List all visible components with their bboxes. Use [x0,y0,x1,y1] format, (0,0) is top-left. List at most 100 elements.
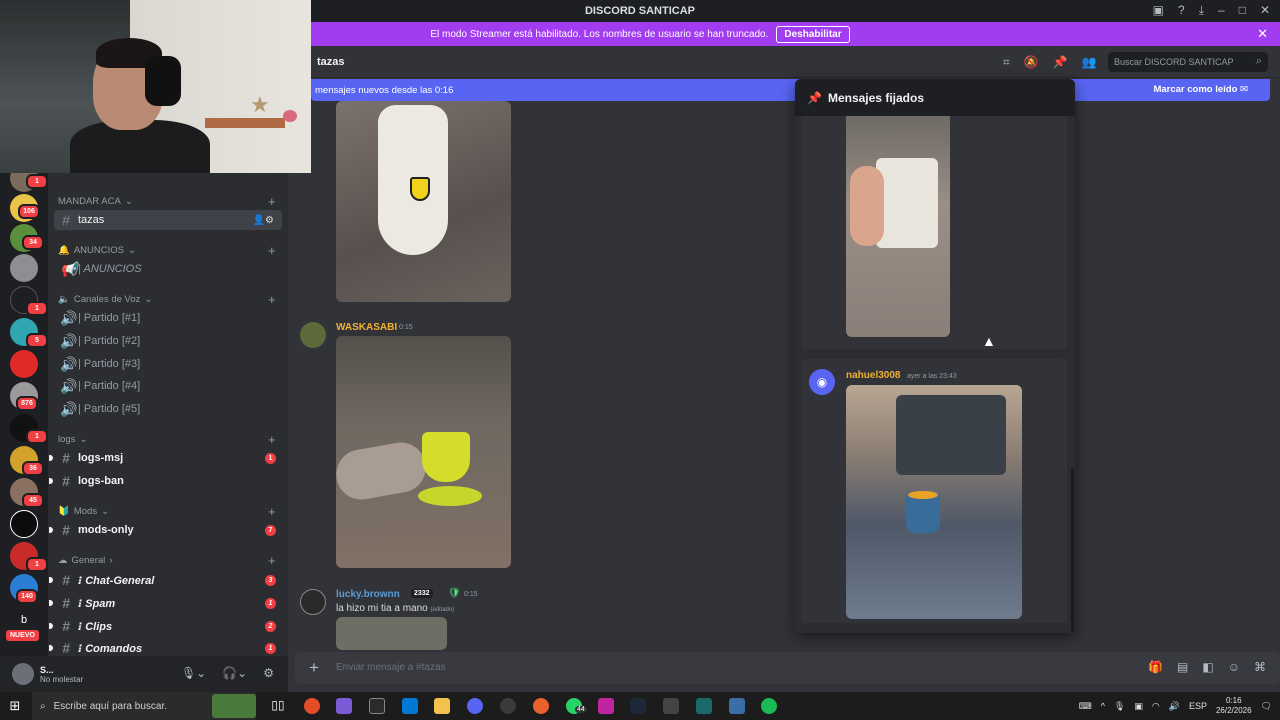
inbox-icon[interactable]: ▣ [1153,3,1164,18]
chrome-icon[interactable] [304,698,320,714]
message-author[interactable]: WASKASABI [336,322,397,333]
server-icon[interactable] [10,350,38,378]
threads-icon[interactable]: ⌗ [1003,55,1010,70]
disable-streamer-button[interactable]: Deshabilitar [776,25,850,43]
add-channel-icon[interactable]: + [268,553,276,568]
server-icon[interactable] [10,510,38,538]
headphones-icon[interactable]: 🎧⌄ [222,666,247,680]
message-image-partial[interactable] [336,617,447,650]
channel-logs-msj[interactable]: # logs-msj 1 [49,448,282,468]
pinned-author[interactable]: nahuel3008 [846,370,900,381]
clock[interactable]: 0:16 26/2/2026 [1216,696,1252,716]
windows-start-icon[interactable]: ⊞ [0,698,30,714]
category-mandar[interactable]: MANDAR ACA ⌄ + [58,194,276,209]
members-icon[interactable]: 👥 [1082,55,1097,70]
voice-channel-partido-4[interactable]: 🔊 | Partido [#4] [54,376,282,396]
avatar[interactable] [300,589,326,615]
help-icon[interactable]: ? [1178,3,1185,18]
channel-mods-only[interactable]: # mods-only 7 [49,520,282,540]
discord-icon[interactable]: ◉ [809,369,835,395]
message-author[interactable]: lucky.brownn [336,589,400,600]
maximize-button[interactable]: □ [1239,3,1246,18]
add-channel-icon[interactable]: + [268,292,276,307]
microphone-icon[interactable]: 🎙 [1114,701,1125,712]
avatar[interactable] [300,322,326,348]
copilot-icon[interactable] [336,698,352,714]
pinned-image[interactable] [846,116,950,337]
epic-games-icon[interactable] [369,698,385,714]
app-icon[interactable] [500,698,516,714]
app-icon[interactable] [729,698,745,714]
mark-as-read-button[interactable]: Marcar como leído ✉ [1153,84,1248,95]
file-explorer-icon[interactable] [434,698,450,714]
add-channel-icon[interactable]: + [268,432,276,447]
avatar[interactable] [12,663,34,685]
pinned-image[interactable] [846,385,1022,619]
category-mods[interactable]: 🔰 Mods ⌄ + [58,504,276,519]
keyboard-icon[interactable]: ⌨ [1079,701,1092,712]
mention-count: 7 [265,524,276,536]
pinned-message-card[interactable]: ◉ nahuel3008 ayer a las 23:43 [801,359,1067,623]
network-icon[interactable]: ▣ [1134,701,1143,712]
language-indicator[interactable]: ESP [1189,701,1207,711]
taskbar-search[interactable]: ⌕ Escribe aquí para buscar. [32,692,256,720]
wifi-icon[interactable]: ◠ [1152,701,1160,712]
channel-clips[interactable]: # ⁝ Clips 2 [49,616,282,636]
apps-icon[interactable]: ⌘ [1254,660,1266,674]
gear-icon[interactable]: ⚙ [263,666,274,680]
minimize-button[interactable]: – [1218,3,1225,18]
download-icon[interactable]: ⤓ [1199,3,1204,18]
server-badge: 36 [22,461,44,476]
attach-plus-icon[interactable]: + [305,659,323,677]
volume-icon[interactable]: 🔊 [1169,701,1180,712]
channel-settings-icon[interactable]: 👤⚙ [253,215,274,226]
close-button[interactable]: ✕ [1260,3,1270,18]
message-image-mug[interactable] [336,101,511,302]
channel-logs-ban[interactable]: # logs-ban [49,471,282,491]
voice-channel-partido-2[interactable]: 🔊 | Partido [#2] [54,331,282,351]
microphone-icon[interactable]: 🎙⌄ [181,666,206,680]
new-messages-bar[interactable]: mensajes nuevos desde las 0:16 Marcar co… [311,79,1270,101]
emoji-icon[interactable]: ☺ [1228,660,1240,674]
category-logs[interactable]: logs ⌄ + [58,432,276,447]
sticker-icon[interactable]: ◧ [1202,660,1213,674]
channel-comandos[interactable]: # ⁝ Comandos 1 [49,638,282,656]
app-icon[interactable] [598,698,614,714]
category-general[interactable]: ☁ General › + [58,553,276,568]
channel-anuncios[interactable]: 📢 | ANUNCIOS [54,259,282,279]
add-channel-icon[interactable]: + [268,243,276,258]
spotify-icon[interactable] [761,698,777,714]
category-voice[interactable]: 🔈 Canales de Voz ⌄ + [58,292,276,307]
task-view-icon[interactable]: ▯▯ [270,698,286,714]
add-channel-icon[interactable]: + [268,504,276,519]
message-image-cup[interactable] [336,336,511,568]
capcut-icon[interactable] [663,698,679,714]
notification-bell-icon[interactable]: 🔕 [1024,55,1039,70]
voice-channel-partido-5[interactable]: 🔊 | Partido [#5] [54,399,282,419]
search-input[interactable]: Buscar DISCORD SANTICAP ⌕ [1108,52,1268,72]
server-icon[interactable] [10,254,38,282]
notifications-icon[interactable]: 🗨 [1261,701,1272,712]
add-channel-icon[interactable]: + [268,194,276,209]
gif-icon[interactable]: ▤ [1177,660,1188,674]
voice-channel-partido-1[interactable]: 🔊 | Partido [#1] [54,308,282,328]
pin-icon[interactable]: 📌 [1053,55,1068,70]
category-anuncios[interactable]: 🔔 ANUNCIOS ⌄ + [58,243,276,258]
message-input[interactable]: Enviar mensaje a #tazas [336,662,446,673]
gift-icon[interactable]: 🎁 [1148,660,1163,674]
pinned-scrollbar[interactable] [1071,468,1074,632]
channel-spam[interactable]: # ⁝ Spam 1 [49,593,282,613]
steam-icon[interactable] [630,698,646,714]
chevron-up-icon[interactable]: ^ [1101,701,1105,711]
discord-taskbar-icon[interactable] [467,698,483,714]
pin-icon: 📌 [807,90,822,105]
channel-chat-general[interactable]: # ⁝ Chat-General 3 [49,570,282,590]
voice-channel-partido-3[interactable]: 🔊 | Partido [#3] [54,354,282,374]
channel-tazas[interactable]: # tazas 👤⚙ [54,210,282,230]
app-icon[interactable] [696,698,712,714]
outlook-icon[interactable] [402,698,418,714]
app-icon[interactable] [533,698,549,714]
pinned-message-card[interactable] [801,116,1067,349]
message-text: la hizo mi tia a mano (editado) [336,603,455,614]
close-icon[interactable]: ✕ [1257,26,1268,42]
